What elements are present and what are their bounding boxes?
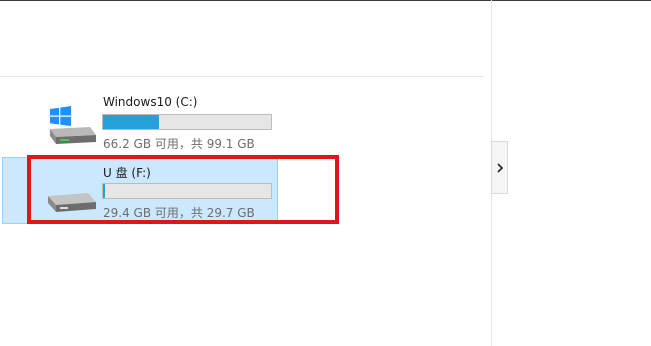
drive-label: Windows10 (C:) [103, 95, 198, 109]
expand-pane-button[interactable] [491, 141, 508, 194]
windows-system-drive-icon [44, 103, 100, 147]
usage-bar-fill [103, 184, 106, 198]
drive-free-space: 29.4 GB 可用，共 29.7 GB [103, 206, 255, 220]
usage-bar [102, 183, 272, 199]
usage-bar-fill [103, 115, 159, 129]
drive-tile-c[interactable]: Windows10 (C:) 66.2 GB 可用，共 99.1 GB [2, 87, 278, 154]
drive-label: U 盘 (F:) [103, 166, 151, 180]
drive-free-space: 66.2 GB 可用，共 99.1 GB [103, 137, 255, 151]
usage-bar [102, 114, 272, 130]
section-divider [0, 76, 484, 77]
window-top-border [0, 0, 651, 1]
drive-tile-f[interactable]: U 盘 (F:) 29.4 GB 可用，共 29.7 GB [2, 157, 278, 224]
chevron-right-icon [496, 162, 503, 173]
usb-drive-icon [44, 172, 100, 216]
